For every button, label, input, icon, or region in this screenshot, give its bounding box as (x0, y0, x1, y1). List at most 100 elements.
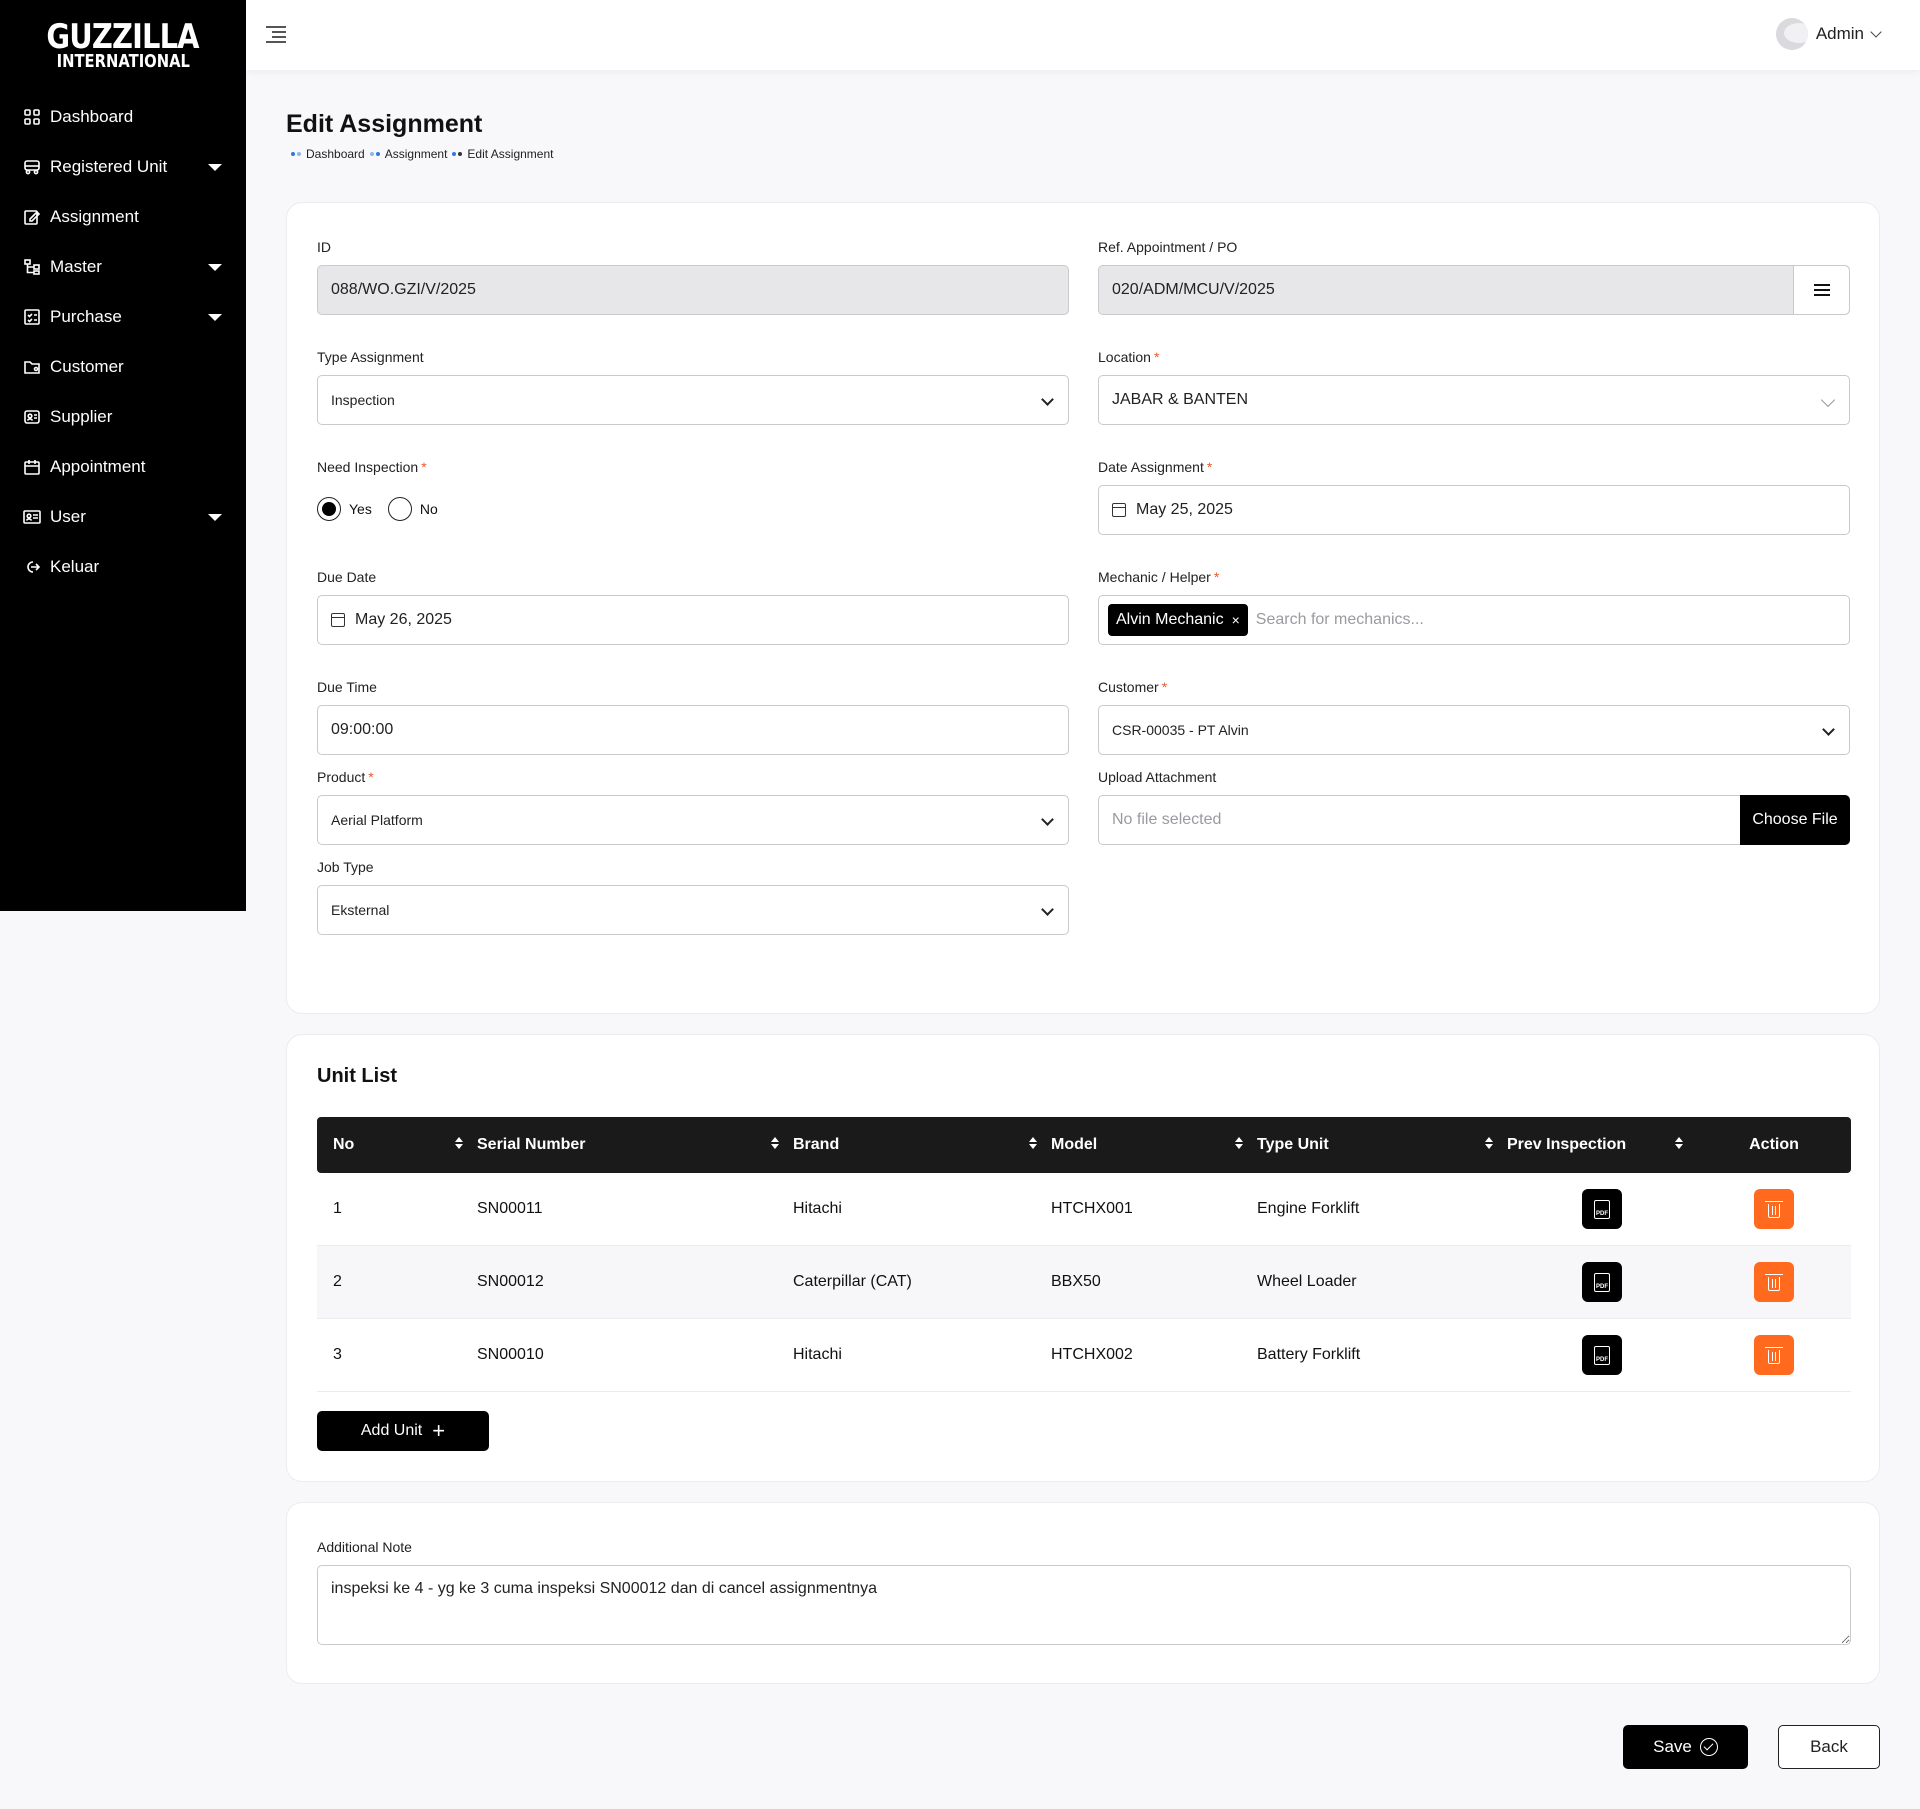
product-select[interactable]: Aerial Platform (317, 795, 1069, 845)
brand-line1: GUZZILLA (46, 17, 200, 57)
breadcrumb-assignment[interactable]: Assignment (385, 147, 448, 161)
sidebar-item-assignment[interactable]: Assignment (0, 192, 246, 242)
delete-button[interactable] (1754, 1335, 1794, 1375)
unit-list-card: Unit List No Serial Number Brand Model T… (286, 1034, 1880, 1482)
ref-value: 020/ADM/MCU/V/2025 (1112, 281, 1275, 298)
menu-toggle-icon[interactable] (266, 26, 286, 44)
sort-icon (1485, 1137, 1493, 1149)
need-inspection-label-text: Need Inspection (317, 459, 419, 475)
sidebar-item-label: Registered Unit (50, 157, 168, 176)
col-type[interactable]: Type Unit (1257, 1117, 1507, 1173)
cell-prev-inspection: PDF (1507, 1173, 1697, 1246)
due-time-field[interactable]: 09:00:00 (317, 705, 1069, 755)
chevron-down-icon (1041, 903, 1054, 916)
delete-button[interactable] (1754, 1189, 1794, 1229)
required-mark: * (1213, 569, 1220, 585)
sidebar-item-user[interactable]: User (0, 492, 246, 542)
due-date-field[interactable]: May 26, 2025 (317, 595, 1069, 645)
sidebar-item-master[interactable]: Master (0, 242, 246, 292)
attachment-placeholder: No file selected (1112, 811, 1222, 828)
sort-icon (1029, 1137, 1037, 1149)
check-circle-icon (1699, 1738, 1718, 1756)
cell-type: Wheel Loader (1257, 1273, 1357, 1290)
type-assignment-select[interactable]: Inspection (317, 375, 1069, 425)
save-button[interactable]: Save (1623, 1725, 1748, 1769)
due-time-value: 09:00:00 (331, 721, 394, 738)
cell-no: 3 (333, 1346, 342, 1363)
attachment-field[interactable]: No file selected Choose File (1098, 795, 1850, 845)
sidebar-item-customer[interactable]: Customer (0, 342, 246, 392)
sidebar-item-registered-unit[interactable]: Registered Unit (0, 142, 246, 192)
required-mark: * (1161, 679, 1168, 695)
col-no[interactable]: No (317, 1117, 477, 1173)
sidebar-item-purchase[interactable]: Purchase (0, 292, 246, 342)
col-prev-inspection[interactable]: Prev Inspection (1507, 1117, 1697, 1173)
pdf-button[interactable]: PDF (1582, 1262, 1622, 1302)
sidebar-item-dashboard[interactable]: Dashboard (0, 92, 246, 142)
ref-field[interactable]: 020/ADM/MCU/V/2025 (1098, 265, 1850, 315)
brand-logo[interactable]: GUZZILLA INTERNATIONAL (0, 0, 246, 86)
sidebar-item-label: Supplier (50, 407, 113, 426)
cell-model: HTCHX002 (1051, 1346, 1133, 1363)
id-card-icon (22, 407, 42, 427)
add-unit-label: Add Unit (360, 1422, 423, 1439)
col-brand[interactable]: Brand (793, 1117, 1051, 1173)
table-body: 1 SN00011 Hitachi HTCHX001 Engine Forklift PD… (317, 1173, 1851, 1392)
additional-note-textarea[interactable]: inspeksi ke 4 - yg ke 3 cuma inspeksi SN… (317, 1565, 1851, 1645)
type-assignment-value: Inspection (331, 392, 395, 408)
sidebar-item-keluar[interactable]: Keluar (0, 542, 246, 592)
edit-icon (22, 207, 42, 227)
cell-prev-inspection: PDF (1507, 1319, 1697, 1392)
id-value: 088/WO.GZI/V/2025 (331, 281, 476, 298)
required-mark: * (368, 769, 374, 785)
location-value: JABAR & BANTEN (1112, 391, 1249, 408)
col-model[interactable]: Model (1051, 1117, 1257, 1173)
table-header: No Serial Number Brand Model Type Unit P… (317, 1117, 1851, 1173)
customer-select[interactable]: CSR-00035 - PT Alvin (1098, 705, 1850, 755)
table-row: 2 SN00012 Caterpillar (CAT) BBX50 Wheel Load… (317, 1246, 1851, 1319)
sidebar-item-supplier[interactable]: Supplier (0, 392, 246, 442)
unit-list-title: Unit List (317, 1065, 397, 1087)
location-select[interactable]: JABAR & BANTEN (1098, 375, 1850, 425)
sort-icon (455, 1137, 463, 1149)
ref-list-button[interactable] (1793, 266, 1849, 314)
breadcrumb-dashboard[interactable]: Dashboard (306, 147, 365, 161)
calendar-icon (1112, 503, 1126, 517)
add-unit-button[interactable]: Add Unit + (317, 1411, 489, 1451)
customer-value: CSR-00035 - PT Alvin (1112, 722, 1249, 738)
cell-action (1697, 1246, 1851, 1319)
avatar (1775, 18, 1808, 50)
cell-action (1697, 1319, 1851, 1392)
remove-tag-icon[interactable]: × (1232, 612, 1240, 628)
cell-no: 1 (333, 1200, 342, 1217)
pdf-button[interactable]: PDF (1582, 1335, 1622, 1375)
back-button[interactable]: Back (1778, 1725, 1880, 1769)
pdf-button[interactable]: PDF (1582, 1189, 1622, 1229)
user-menu[interactable]: Admin (1775, 18, 1882, 50)
choose-file-button[interactable]: Choose File (1740, 795, 1850, 845)
product-label-text: Product (317, 769, 366, 785)
radio-no[interactable] (387, 497, 412, 521)
col-serial-label: Serial Number (477, 1136, 586, 1153)
checklist-icon (22, 307, 42, 327)
date-assignment-field[interactable]: May 25, 2025 (1098, 485, 1850, 535)
id-field[interactable]: 088/WO.GZI/V/2025 (317, 265, 1069, 315)
chevron-down-icon (1822, 723, 1835, 736)
col-type-label: Type Unit (1257, 1136, 1329, 1153)
sidebar-nav: Dashboard Registered Unit Assignment Master… (0, 92, 246, 592)
sidebar-item-appointment[interactable]: Appointment (0, 442, 246, 492)
caret-down-icon (208, 263, 222, 271)
col-serial[interactable]: Serial Number (477, 1117, 793, 1173)
caret-down-icon (208, 313, 222, 321)
mechanic-multiselect[interactable]: Alvin Mechanic × Search for mechanics... (1098, 595, 1850, 645)
sidebar: GUZZILLA INTERNATIONAL Dashboard Register… (0, 0, 246, 911)
col-no-label: No (333, 1136, 355, 1153)
user-card-icon (22, 507, 42, 527)
delete-button[interactable] (1754, 1262, 1794, 1302)
mechanic-tag: Alvin Mechanic × (1108, 604, 1248, 636)
mechanic-search-input[interactable]: Search for mechanics... (1256, 611, 1424, 629)
job-type-select[interactable]: Eksternal (317, 885, 1069, 935)
chevron-down-icon (1041, 813, 1054, 826)
cell-prev-inspection: PDF (1507, 1246, 1697, 1319)
radio-yes[interactable] (317, 497, 341, 521)
